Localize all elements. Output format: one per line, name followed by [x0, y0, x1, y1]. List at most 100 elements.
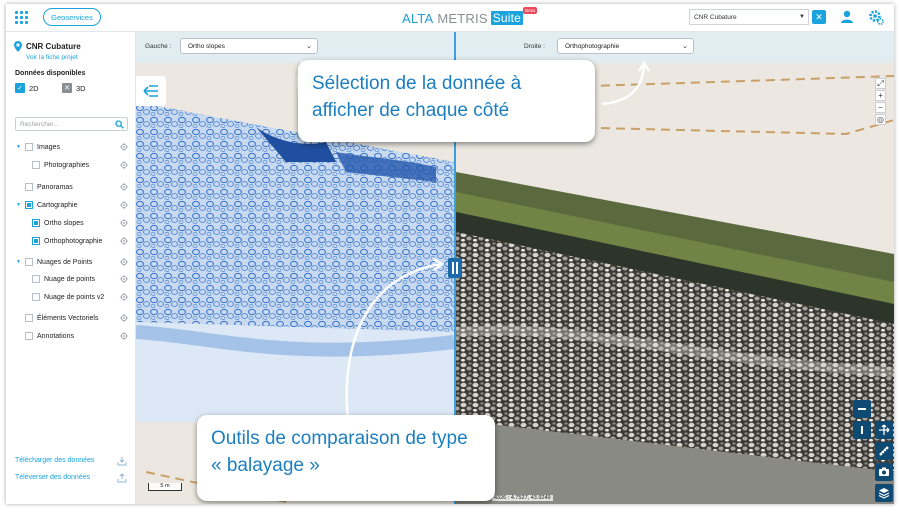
- vertical-swipe-icon: [861, 426, 863, 434]
- expand-chevron-icon[interactable]: ▼: [16, 259, 21, 265]
- tree-item[interactable]: Orthophotographie: [6, 235, 136, 247]
- project-select[interactable]: CNR Cubature ▼: [689, 9, 809, 25]
- chevron-down-icon: ⌄: [682, 43, 688, 50]
- layer-checkbox[interactable]: [25, 314, 33, 322]
- tree-item[interactable]: ▼ Cartographie: [6, 199, 136, 211]
- left-layer-value: Ortho slopes: [188, 42, 225, 50]
- tree-item-label: Cartographie: [37, 201, 78, 209]
- layer-checkbox[interactable]: [25, 143, 33, 151]
- download-data-link[interactable]: Télécharger des données: [15, 457, 94, 464]
- comparison-toolbar: Gauche : Ortho slopes ⌄ Droite : Orthoph…: [136, 32, 894, 63]
- top-bar: Geoservices ALTA METRIS Suite Beta CNR Cub…: [6, 4, 894, 32]
- project-sheet-link[interactable]: Voir la fiche projet: [26, 54, 78, 61]
- locate-icon[interactable]: [120, 143, 128, 151]
- locate-icon[interactable]: [120, 314, 128, 322]
- layer-checkbox[interactable]: [25, 258, 33, 266]
- expand-chevron-icon[interactable]: ▼: [16, 144, 21, 150]
- toggle-2d-label: 2D: [29, 83, 39, 93]
- screenshot-button[interactable]: [875, 463, 893, 481]
- layer-checkbox[interactable]: [32, 293, 40, 301]
- tree-item-label: Ortho slopes: [44, 219, 84, 227]
- toggle-2d[interactable]: ✓ 2D: [15, 83, 39, 93]
- right-layer-select[interactable]: Orthophotographie ⌄: [557, 38, 694, 54]
- collapse-sidebar-button[interactable]: [136, 76, 166, 106]
- left-layer-select[interactable]: Ortho slopes ⌄: [180, 38, 318, 54]
- layer-checkbox[interactable]: [32, 219, 40, 227]
- coordinates-readout: 4326 : 4.7527, 43.9249: [492, 495, 553, 501]
- user-icon[interactable]: [840, 10, 854, 24]
- locate-icon[interactable]: [120, 237, 128, 245]
- tree-item-label: Nuages de Points: [37, 258, 93, 266]
- close-project-button[interactable]: ✕: [812, 10, 826, 24]
- layer-checkbox[interactable]: [25, 183, 33, 191]
- scale-bar: 5 m: [148, 483, 182, 491]
- locate-icon[interactable]: [120, 219, 128, 227]
- right-layer-value: Orthophotographie: [565, 42, 620, 50]
- tree-item[interactable]: ▼ Images: [6, 141, 136, 153]
- beta-badge: Beta: [523, 7, 538, 14]
- locate-icon[interactable]: [120, 332, 128, 340]
- fullscreen-icon[interactable]: ⤢: [875, 78, 886, 89]
- locate-icon[interactable]: [120, 258, 128, 266]
- tree-item-label: Orthophotographie: [44, 237, 103, 245]
- map-nav-controls: ⤢ + − ◎: [875, 78, 886, 125]
- move-arrows-icon: [879, 424, 890, 435]
- tree-item[interactable]: Éléments Vectoriels: [6, 312, 136, 324]
- app-logo: ALTA METRIS Suite Beta: [402, 7, 538, 26]
- toggle-3d[interactable]: ✕ 3D: [62, 83, 86, 93]
- ruler-icon: [879, 446, 889, 456]
- tree-item-label: Panoramas: [37, 183, 73, 191]
- app-window: Geoservices ALTA METRIS Suite Beta CNR Cub…: [6, 4, 894, 504]
- horizontal-swipe-button[interactable]: [853, 400, 871, 418]
- tree-item[interactable]: Nuage de points v2: [6, 291, 136, 303]
- logo-part-a: ALTA: [402, 10, 434, 26]
- search-placeholder: Rechercher...: [20, 120, 59, 128]
- layers-icon: [878, 488, 890, 499]
- locate-icon[interactable]: [120, 161, 128, 169]
- download-icon[interactable]: [117, 456, 127, 466]
- measure-tool-button[interactable]: [875, 442, 893, 460]
- project-name: CNR Cubature: [26, 42, 81, 51]
- locate-icon[interactable]: [120, 275, 128, 283]
- upload-data-link[interactable]: Téléverser des données: [15, 474, 90, 481]
- right-side-label: Droite :: [524, 43, 545, 50]
- tree-item[interactable]: Ortho slopes: [6, 217, 136, 229]
- chevron-down-icon: ⌄: [306, 43, 312, 50]
- left-side-label: Gauche :: [145, 43, 172, 50]
- cross-icon: ✕: [62, 83, 72, 93]
- check-icon: ✓: [15, 83, 25, 93]
- locate-icon[interactable]: [120, 201, 128, 209]
- layer-checkbox[interactable]: [32, 275, 40, 283]
- layers-button[interactable]: [875, 484, 893, 502]
- zoom-out-button[interactable]: −: [875, 102, 886, 113]
- gear-icon[interactable]: [868, 9, 884, 25]
- callout-layer-selection: Sélection de la donnée à afficher de cha…: [298, 60, 595, 142]
- location-pin-icon: [14, 41, 22, 52]
- layer-checkbox[interactable]: [25, 332, 33, 340]
- swipe-handle[interactable]: [448, 258, 462, 278]
- horizontal-swipe-icon: [858, 408, 866, 410]
- zoom-in-button[interactable]: +: [875, 90, 886, 101]
- chevron-down-icon: ▼: [799, 14, 805, 20]
- compass-icon[interactable]: ◎: [875, 114, 886, 125]
- tree-item-label: Nuage de points: [44, 275, 95, 283]
- upload-icon[interactable]: [117, 473, 127, 483]
- tree-item[interactable]: Annotations: [6, 330, 136, 342]
- layer-checkbox[interactable]: [25, 201, 33, 209]
- layer-checkbox[interactable]: [32, 237, 40, 245]
- tree-item[interactable]: Photographies: [6, 159, 136, 171]
- move-tool-button[interactable]: [875, 421, 893, 439]
- search-icon[interactable]: [115, 120, 124, 129]
- geoservices-button[interactable]: Geoservices: [43, 8, 101, 26]
- locate-icon[interactable]: [120, 183, 128, 191]
- search-input[interactable]: Rechercher...: [15, 117, 128, 131]
- layer-checkbox[interactable]: [32, 161, 40, 169]
- vertical-swipe-button[interactable]: [853, 421, 871, 439]
- apps-grid-icon[interactable]: [15, 11, 28, 24]
- tree-item[interactable]: ▼ Nuages de Points: [6, 256, 136, 268]
- tree-item[interactable]: Nuage de points: [6, 273, 136, 285]
- tree-item[interactable]: Panoramas: [6, 181, 136, 193]
- locate-icon[interactable]: [120, 293, 128, 301]
- project-select-value: CNR Cubature: [694, 13, 737, 21]
- expand-chevron-icon[interactable]: ▼: [16, 202, 21, 208]
